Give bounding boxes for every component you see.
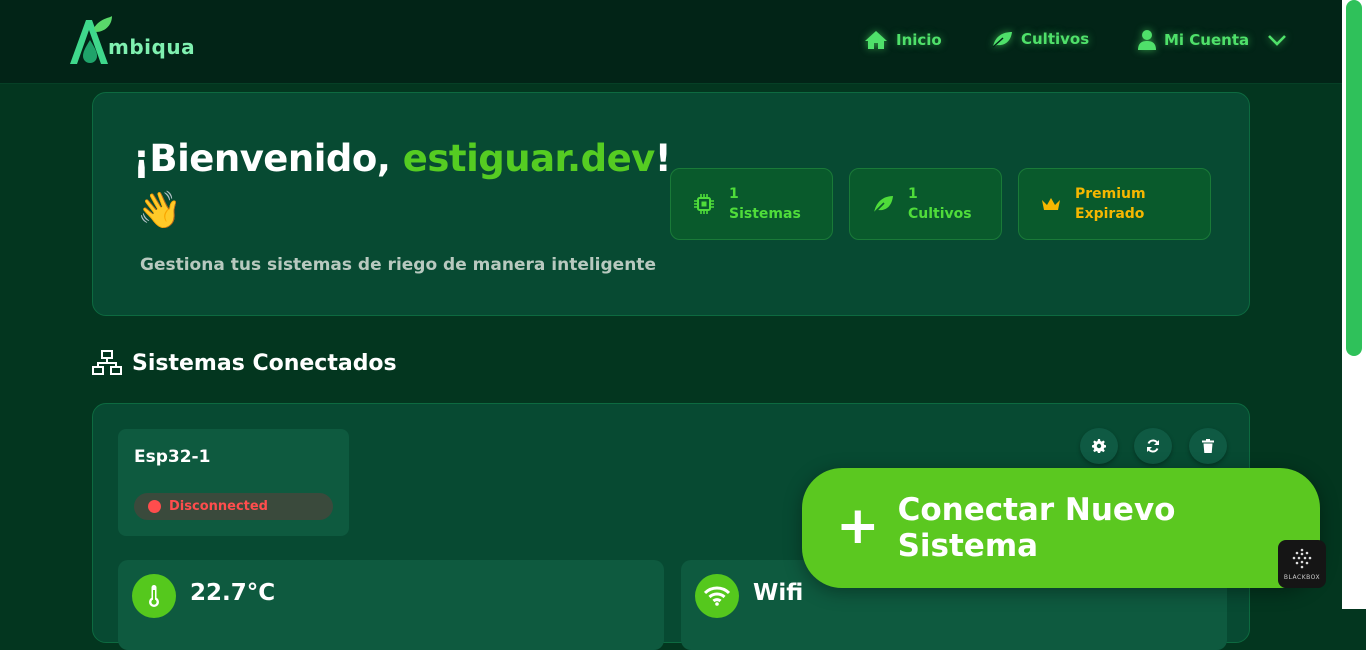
device-name: Esp32-1 — [134, 447, 211, 467]
stat-sistemas-label: Sistemas — [729, 206, 801, 222]
wifi-icon — [695, 574, 739, 618]
stat-cultivos-label: Cultivos — [908, 206, 972, 222]
section-title: Sistemas Conectados — [92, 350, 397, 376]
nav-inicio[interactable]: Inicio — [864, 30, 942, 50]
welcome-heading: ¡Bienvenido, estiguar.dev! — [133, 137, 672, 180]
blackbox-logo-icon — [1292, 548, 1312, 568]
connection-value: Wifi — [753, 580, 804, 606]
status-dot-icon — [148, 500, 161, 513]
crown-icon — [1042, 198, 1060, 210]
wave-icon: 👋 — [137, 190, 182, 231]
brand-name: mbiqua — [108, 35, 196, 59]
stat-premium: Premium Expirado — [1018, 168, 1211, 240]
refresh-button[interactable] — [1134, 428, 1172, 464]
nav-cultivos[interactable]: Cultivos — [991, 30, 1089, 48]
top-navbar: mbiqua Inicio Cultivos Mi Cuenta — [0, 0, 1366, 84]
nav-inicio-label: Inicio — [896, 31, 942, 49]
refresh-icon — [1147, 439, 1159, 453]
thermometer-icon — [132, 574, 176, 618]
device-info: Esp32-1 Disconnected — [118, 429, 349, 536]
welcome-subtitle: Gestiona tus sistemas de riego de manera… — [140, 255, 656, 275]
home-icon — [865, 31, 887, 49]
section-title-text: Sistemas Conectados — [132, 350, 397, 376]
leaf-icon — [873, 196, 893, 214]
temperature-value: 22.7°C — [190, 580, 276, 606]
connect-system-label: Conectar Nuevo Sistema — [897, 492, 1176, 564]
nav-mi-cuenta[interactable]: Mi Cuenta — [1138, 30, 1287, 50]
welcome-card: ¡Bienvenido, estiguar.dev! 👋 Gestiona tu… — [92, 92, 1250, 316]
gear-icon — [1092, 439, 1106, 453]
status-text: Disconnected — [169, 499, 268, 514]
chip-icon — [694, 194, 714, 214]
scrollbar-thumb[interactable] — [1346, 0, 1362, 356]
leaf-icon — [992, 32, 1012, 48]
stat-sistemas-count: 1 — [729, 186, 739, 202]
user-icon — [1138, 30, 1156, 50]
delete-button[interactable] — [1189, 428, 1227, 464]
blackbox-label: BLACKBOX — [1283, 573, 1321, 581]
greeting-bang: ! — [654, 137, 672, 180]
page-scrollbar[interactable] — [1342, 0, 1366, 609]
stat-cultivos: 1 Cultivos — [849, 168, 1002, 240]
stat-premium-status: Expirado — [1075, 206, 1145, 222]
blackbox-widget[interactable]: BLACKBOX — [1278, 540, 1326, 588]
stat-premium-title: Premium — [1075, 186, 1146, 202]
status-badge: Disconnected — [134, 493, 333, 520]
connect-system-button[interactable]: + Conectar Nuevo Sistema — [802, 468, 1320, 588]
plus-icon: + — [836, 496, 880, 556]
nav-cultivos-label: Cultivos — [1021, 30, 1090, 48]
chevron-down-icon — [1268, 35, 1287, 46]
stat-sistemas: 1 Sistemas — [670, 168, 833, 240]
stat-cultivos-count: 1 — [908, 186, 918, 202]
greeting-text: ¡Bienvenido, — [133, 137, 403, 180]
network-icon — [92, 350, 122, 375]
trash-icon — [1202, 439, 1214, 453]
brand-logo[interactable]: mbiqua — [68, 14, 195, 68]
settings-button[interactable] — [1080, 428, 1118, 464]
nav-mi-cuenta-label: Mi Cuenta — [1164, 31, 1250, 49]
temperature-card: 22.7°C — [118, 560, 664, 650]
username: estiguar.dev — [402, 137, 656, 180]
